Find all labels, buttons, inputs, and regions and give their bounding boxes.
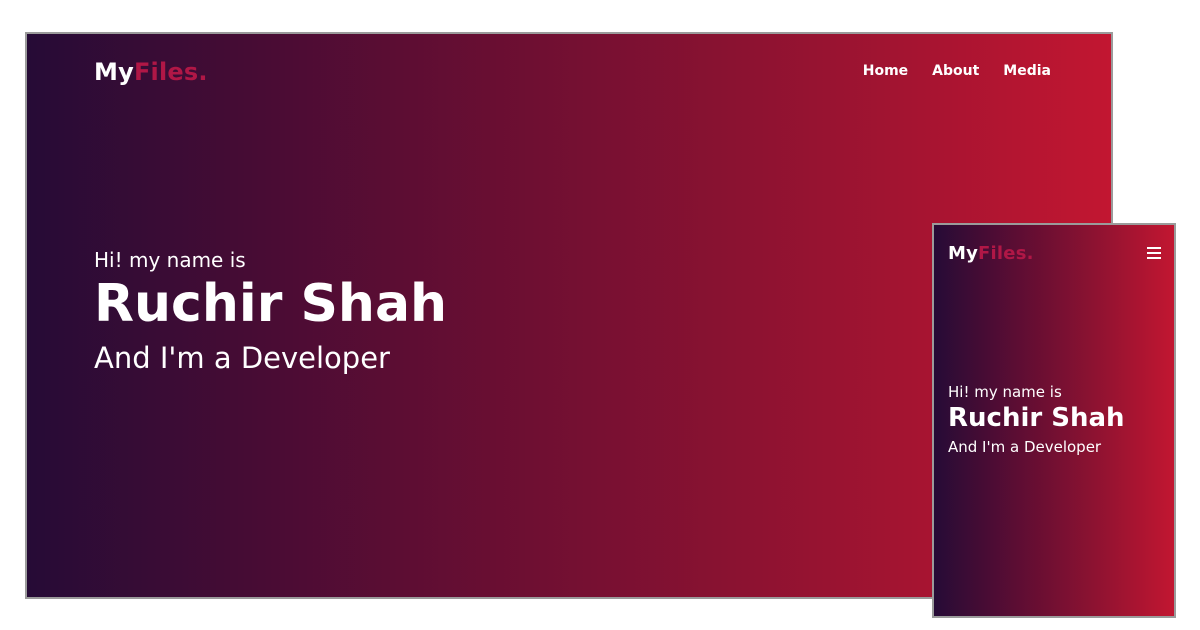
- main-nav: Home About Media: [863, 63, 1051, 79]
- menu-bar-middle: [1147, 252, 1161, 254]
- preview-stage: MyFiles. Home About Media Hi! my name is…: [0, 0, 1200, 630]
- mobile-hero-name: Ruchir Shah: [948, 403, 1125, 433]
- mobile-preview: MyFiles. Hi! my name is Ruchir Shah And …: [932, 223, 1176, 618]
- site-logo[interactable]: MyFiles.: [94, 58, 208, 86]
- hero-role: And I'm a Developer: [94, 341, 390, 375]
- mobile-hero-intro: Hi! my name is: [948, 383, 1062, 401]
- hamburger-menu-icon[interactable]: [1147, 247, 1161, 259]
- mobile-site-logo[interactable]: MyFiles.: [948, 243, 1034, 264]
- hero-section: Hi! my name is Ruchir Shah And I'm a Dev…: [94, 248, 447, 376]
- mobile-logo-main-text: My: [948, 243, 979, 264]
- mobile-hero-role: And I'm a Developer: [948, 438, 1102, 456]
- mobile-logo-accent-text: Files.: [978, 243, 1034, 264]
- mobile-hero-section: Hi! my name is Ruchir Shah And I'm a Dev…: [948, 382, 1125, 458]
- logo-accent-text: Files.: [133, 58, 208, 86]
- nav-link-home[interactable]: Home: [863, 63, 908, 79]
- menu-bar-bottom: [1147, 257, 1161, 259]
- nav-link-media[interactable]: Media: [1003, 63, 1051, 79]
- logo-main-text: My: [94, 58, 134, 86]
- nav-link-about[interactable]: About: [932, 63, 979, 79]
- hero-name: Ruchir Shah: [94, 274, 448, 334]
- menu-bar-top: [1147, 247, 1161, 249]
- hero-intro: Hi! my name is: [94, 248, 246, 272]
